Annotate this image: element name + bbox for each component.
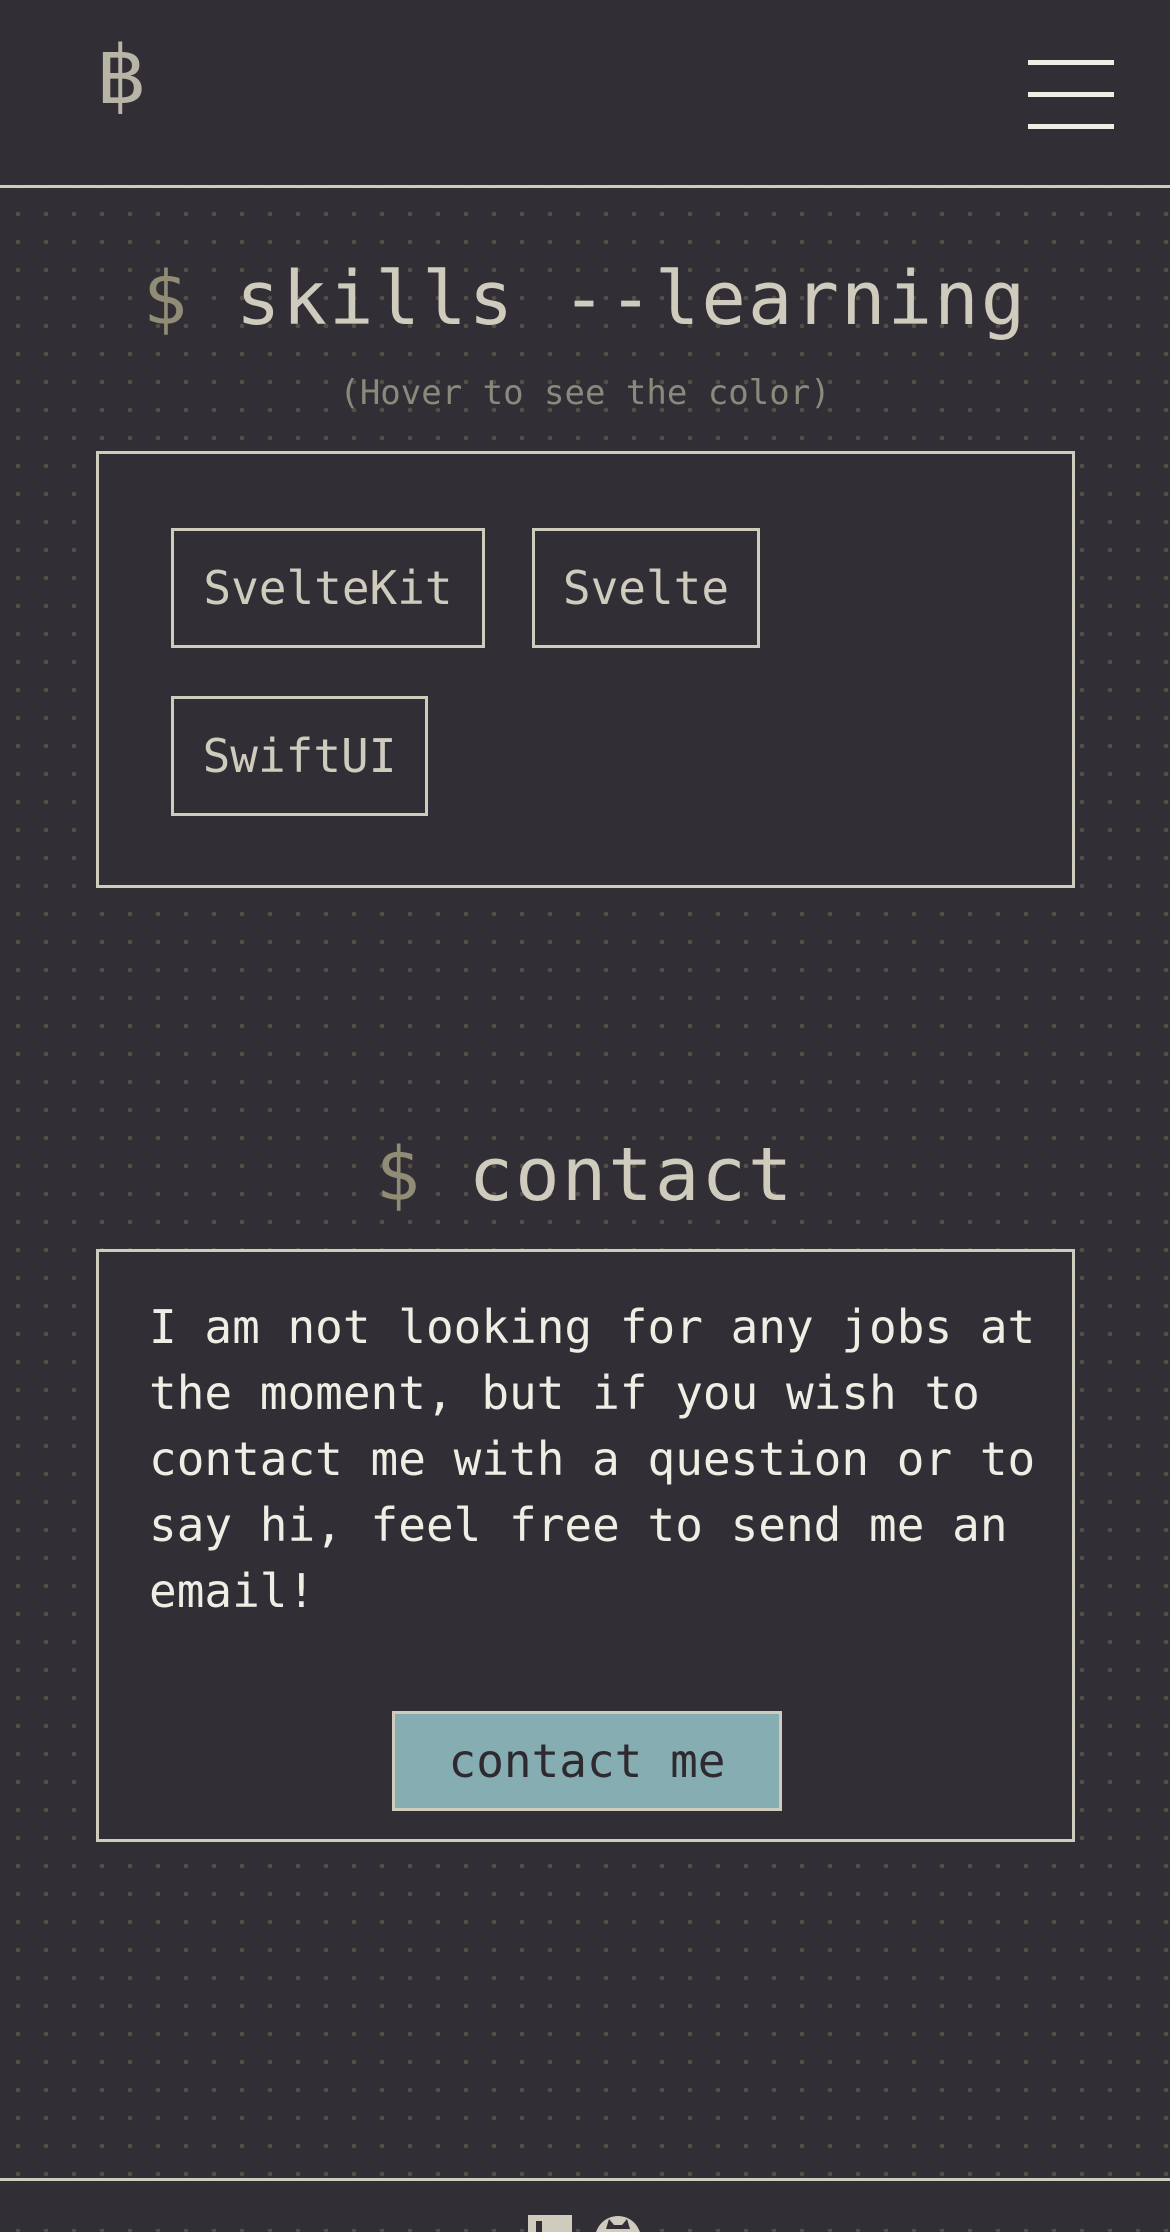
skills-box: SvelteKit Svelte SwiftUI (96, 451, 1075, 888)
hamburger-menu-icon[interactable] (1028, 60, 1114, 130)
skill-chip-swiftui[interactable]: SwiftUI (171, 696, 428, 816)
github-icon[interactable] (594, 2215, 642, 2232)
skills-title-text: skills --learning (235, 256, 1028, 342)
contact-section-title: $ contact (0, 1138, 1170, 1212)
contact-title-text: contact (468, 1132, 795, 1218)
site-logo[interactable]: ฿ (96, 36, 147, 116)
skills-section-title: $ skills --learning (0, 262, 1170, 336)
linkedin-icon[interactable] (528, 2215, 572, 2232)
hover-hint: (Hover to see the color) (339, 373, 831, 413)
contact-message: I am not looking for any jobs at the mom… (149, 1300, 1036, 1618)
skill-chip-svelte[interactable]: Svelte (532, 528, 760, 648)
prompt-symbol: $ (142, 256, 190, 342)
site-header: ฿ (0, 0, 1170, 188)
site-footer (0, 2178, 1170, 2232)
contact-box: I am not looking for any jobs at the mom… (96, 1249, 1075, 1842)
prompt-symbol: $ (375, 1132, 423, 1218)
skill-chip-sveltekit[interactable]: SvelteKit (171, 528, 485, 648)
contact-me-button[interactable]: contact me (392, 1711, 782, 1811)
